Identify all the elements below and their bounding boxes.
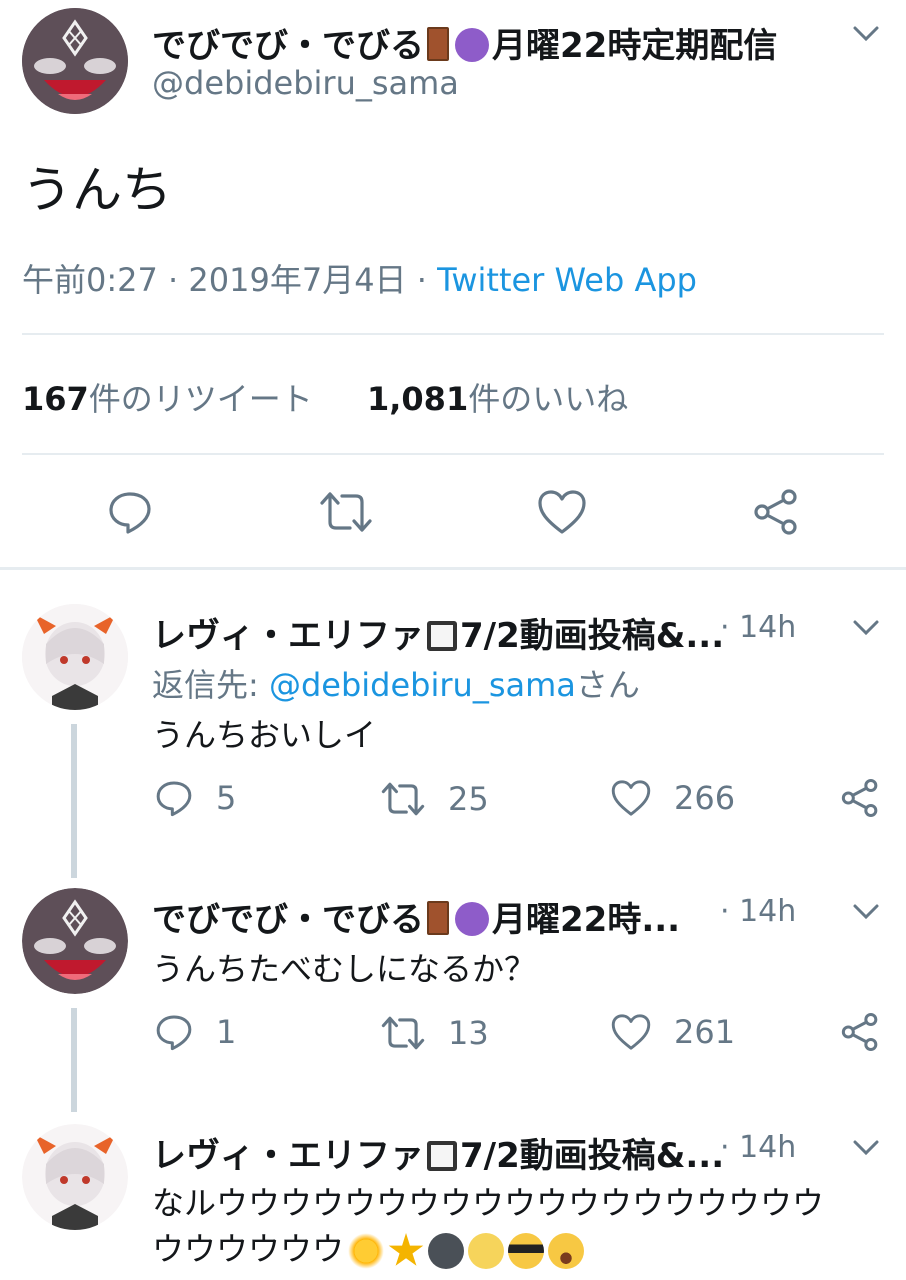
like-count: 261 <box>674 1013 736 1051</box>
timestamp-line: 午前0:27 · 2019年7月4日 · Twitter Web App <box>22 255 697 301</box>
avatar[interactable] <box>22 8 128 114</box>
square-emoji-icon <box>427 621 457 651</box>
reply-text-line: なルウウウウウウウウウウウウウウウウウウウ <box>152 1184 825 1222</box>
thread-line <box>71 1008 77 1112</box>
tweet-text: うんち <box>22 161 172 219</box>
door-emoji-icon <box>427 901 449 935</box>
reply-to-prefix: 返信先: <box>152 666 269 704</box>
chevron-down-icon[interactable] <box>852 1138 880 1158</box>
display-name-text: でびでび・でびる <box>152 26 424 66</box>
reply-to-handle[interactable]: @debidebiru_sama <box>269 666 576 704</box>
retweet-action[interactable]: 25 <box>380 780 489 818</box>
retweet-label: 件のリツイート <box>88 380 313 418</box>
sunglasses-face-emoji-icon <box>508 1233 545 1269</box>
reply-count: 5 <box>216 779 237 817</box>
reply-time[interactable]: · 14h <box>720 894 796 929</box>
tweet-date[interactable]: 2019年7月4日 <box>188 261 406 299</box>
like-icon[interactable] <box>536 488 588 536</box>
reply-to-line: 返信先: @debidebiru_samaさん <box>152 660 640 706</box>
display-name-text: レヴィ・エリファ <box>152 1136 424 1176</box>
retweet-count: 167 <box>22 380 89 418</box>
like-action[interactable]: 261 <box>610 1012 735 1052</box>
display-name-suffix: 月曜22時... <box>492 900 681 940</box>
display-name-text: レヴィ・エリファ <box>152 616 424 656</box>
reply-icon <box>156 1015 192 1051</box>
retweet-action[interactable]: 13 <box>380 1014 489 1052</box>
display-name[interactable]: でびでび・でびる 月曜22時定期配信 <box>152 18 777 67</box>
reply-text: うんちたべむしになるか？ <box>152 950 537 988</box>
like-icon <box>611 1014 651 1050</box>
retweet-stat[interactable]: 167件のリツイート <box>22 380 323 418</box>
reply-text-tail: ウウウウウウ <box>152 1230 345 1268</box>
display-name-text: でびでび・でびる <box>152 900 424 940</box>
like-stat[interactable]: 1,081件のいいね <box>367 380 628 418</box>
reply-time[interactable]: · 14h <box>720 1130 796 1165</box>
chevron-down-icon[interactable] <box>852 618 880 638</box>
separator: · <box>168 261 179 299</box>
sun-emoji-icon <box>348 1233 385 1269</box>
display-name-suffix: 7/2動画投稿&... <box>460 616 725 656</box>
reply-icon[interactable] <box>106 488 154 536</box>
star-emoji-icon <box>388 1233 424 1266</box>
retweet-count: 25 <box>448 780 489 818</box>
reply-action[interactable]: 5 <box>154 778 236 818</box>
divider <box>22 453 884 455</box>
display-name[interactable]: でびでび・でびる 月曜22時... <box>152 892 680 941</box>
like-action[interactable]: 266 <box>610 778 735 818</box>
crying-face-emoji-icon <box>548 1233 585 1269</box>
square-emoji-icon <box>427 1141 457 1171</box>
reply-text: うんちおいしイ <box>152 716 377 754</box>
share-icon[interactable] <box>840 778 880 818</box>
devil-emoji-icon <box>455 902 489 936</box>
separator: · <box>416 261 427 299</box>
chevron-down-icon[interactable] <box>852 24 880 44</box>
avatar[interactable] <box>22 888 128 994</box>
tweet-source[interactable]: Twitter Web App <box>437 261 697 299</box>
retweet-icon[interactable] <box>318 490 374 534</box>
display-name-suffix: 月曜22時定期配信 <box>492 26 778 66</box>
retweet-count: 13 <box>448 1014 489 1052</box>
retweet-icon <box>381 1016 425 1050</box>
avatar[interactable] <box>22 1124 128 1230</box>
door-emoji-icon <box>427 27 449 61</box>
share-icon[interactable] <box>752 488 800 536</box>
like-label: 件のいいね <box>468 380 629 418</box>
chevron-down-icon[interactable] <box>852 902 880 922</box>
tweet-time[interactable]: 午前0:27 <box>22 261 158 299</box>
moon-face-emoji-icon <box>468 1233 505 1269</box>
reply-icon <box>156 781 192 817</box>
engagement-stats: 167件のリツイート 1,081件のいいね <box>22 374 628 420</box>
retweet-icon <box>381 782 425 816</box>
handle[interactable]: @debidebiru_sama <box>152 64 459 102</box>
section-divider <box>0 567 906 570</box>
reply-action[interactable]: 1 <box>154 1012 236 1052</box>
reply-count: 1 <box>216 1013 237 1051</box>
reply-time[interactable]: · 14h <box>720 610 796 645</box>
share-icon[interactable] <box>840 1012 880 1052</box>
thread-line <box>71 724 77 878</box>
like-count: 266 <box>674 779 736 817</box>
display-name-suffix: 7/2動画投稿&... <box>460 1136 725 1176</box>
new-moon-face-emoji-icon <box>428 1233 465 1269</box>
avatar[interactable] <box>22 604 128 710</box>
reply-to-suffix: さん <box>575 666 640 704</box>
reply-text-line: ウウウウウウ <box>152 1224 585 1270</box>
divider <box>22 333 884 335</box>
display-name[interactable]: レヴィ・エリファ 7/2動画投稿&... <box>152 608 724 657</box>
display-name[interactable]: レヴィ・エリファ 7/2動画投稿&... <box>152 1128 724 1177</box>
like-count: 1,081 <box>366 380 469 418</box>
devil-emoji-icon <box>455 28 489 62</box>
like-icon <box>611 780 651 816</box>
